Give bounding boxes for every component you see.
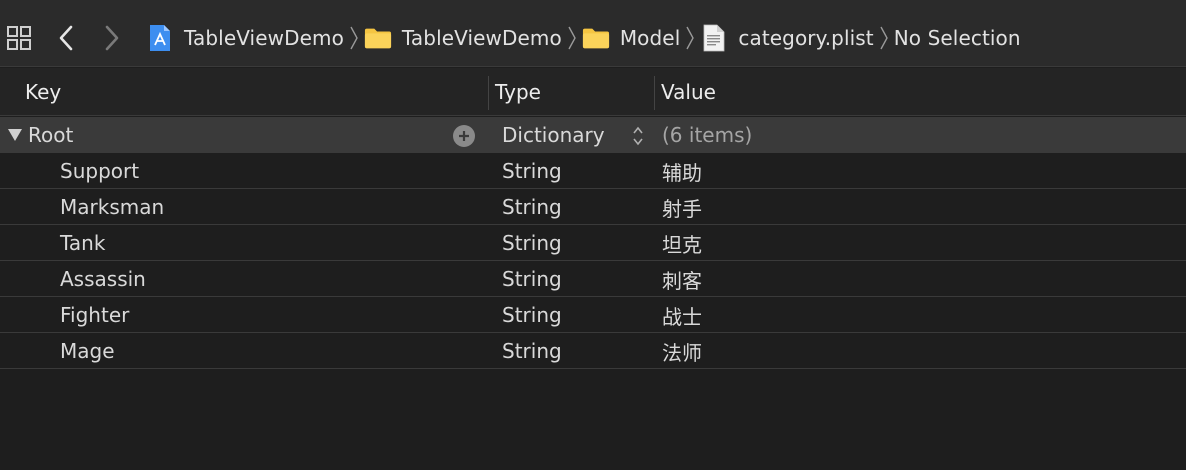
breadcrumb-item-file[interactable]: category.plist — [700, 21, 874, 55]
breadcrumb-label: category.plist — [738, 26, 874, 50]
type-cell[interactable]: String — [502, 189, 562, 225]
value-cell: (6 items) — [662, 123, 753, 147]
breadcrumb-item-project[interactable]: TableViewDemo — [146, 21, 344, 55]
key-cell[interactable]: Assassin — [60, 261, 146, 297]
type-cell[interactable]: String — [502, 153, 562, 189]
breadcrumb-separator-icon — [562, 21, 582, 55]
add-item-plus-icon[interactable] — [453, 125, 475, 147]
disclosure-triangle-icon[interactable] — [6, 126, 24, 144]
value-cell[interactable]: 法师 — [662, 333, 702, 369]
breadcrumb-item-group[interactable]: TableViewDemo — [364, 21, 562, 55]
related-items-grid-icon[interactable] — [4, 20, 34, 56]
value-cell[interactable]: 战士 — [662, 297, 702, 333]
table-empty-area[interactable] — [0, 370, 1186, 470]
forward-chevron-icon[interactable] — [98, 20, 126, 56]
value-cell[interactable]: 射手 — [662, 189, 702, 225]
key-cell[interactable]: Support — [60, 153, 139, 189]
breadcrumb-label: TableViewDemo — [401, 26, 562, 50]
type-cell[interactable]: Dictionary — [502, 117, 605, 153]
back-chevron-icon[interactable] — [52, 20, 80, 56]
column-divider[interactable] — [488, 76, 489, 110]
column-header-type[interactable]: Type — [495, 68, 541, 116]
breadcrumb-separator-icon — [680, 21, 700, 55]
value-cell[interactable]: 坦克 — [662, 225, 702, 261]
key-cell[interactable]: Marksman — [60, 189, 164, 225]
type-cell[interactable]: String — [502, 297, 562, 333]
column-divider[interactable] — [654, 76, 655, 110]
breadcrumb-label: Model — [619, 26, 681, 50]
jump-bar: TableViewDemo TableViewDemo Model catego… — [0, 0, 1186, 67]
column-header-value[interactable]: Value — [661, 68, 716, 116]
key-cell[interactable]: Tank — [60, 225, 105, 261]
xcode-project-icon — [146, 24, 174, 52]
table-row[interactable]: Marksman String 射手 — [0, 189, 1186, 225]
table-row[interactable]: Mage String 法师 — [0, 333, 1186, 369]
table-row-root[interactable]: Root Dictionary (6 items) — [0, 117, 1186, 153]
breadcrumb-separator-icon — [874, 21, 894, 55]
root-key-label: Root — [28, 123, 74, 147]
breadcrumb-label: No Selection — [893, 26, 1021, 50]
breadcrumb-item-model[interactable]: Model — [582, 21, 681, 55]
table-row[interactable]: Assassin String 刺客 — [0, 261, 1186, 297]
plist-table: Root Dictionary (6 items) Support String… — [0, 117, 1186, 369]
table-row[interactable]: Support String 辅助 — [0, 153, 1186, 189]
type-cell[interactable]: String — [502, 333, 562, 369]
type-cell[interactable]: String — [502, 261, 562, 297]
key-cell[interactable]: Fighter — [60, 297, 129, 333]
key-cell: Root — [6, 117, 73, 153]
value-cell[interactable]: 刺客 — [662, 261, 702, 297]
table-row[interactable]: Tank String 坦克 — [0, 225, 1186, 261]
breadcrumb-item-selection[interactable]: No Selection — [894, 21, 1021, 55]
type-cell[interactable]: String — [502, 225, 562, 261]
breadcrumb-label: TableViewDemo — [184, 26, 344, 50]
breadcrumb-separator-icon — [344, 21, 364, 55]
folder-icon — [582, 24, 610, 52]
table-row[interactable]: Fighter String 战士 — [0, 297, 1186, 333]
value-cell[interactable]: 辅助 — [662, 153, 702, 189]
column-header-key[interactable]: Key — [25, 68, 61, 116]
table-column-header: Key Type Value — [0, 68, 1186, 116]
breadcrumb: TableViewDemo TableViewDemo Model catego… — [146, 21, 1021, 55]
type-stepper-icon[interactable] — [628, 123, 648, 149]
folder-icon — [364, 24, 392, 52]
key-cell[interactable]: Mage — [60, 333, 115, 369]
plist-file-icon — [700, 24, 728, 52]
